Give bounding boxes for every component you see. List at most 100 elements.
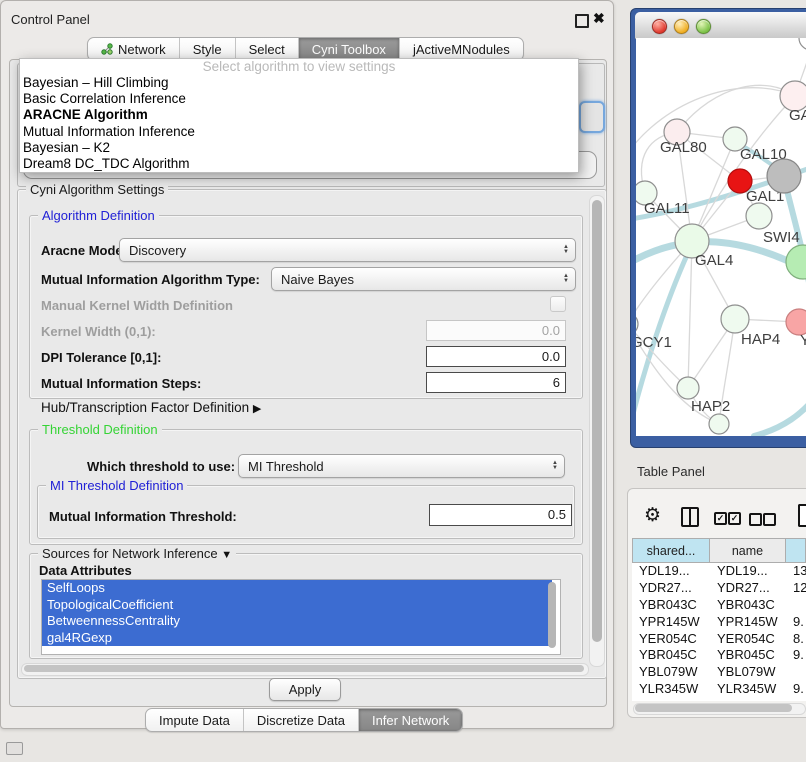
table-cell[interactable]: 8.: [786, 631, 806, 648]
table-cell[interactable]: YDL19...: [632, 563, 710, 580]
attribute-item-gal4rgexp[interactable]: gal4RGexp: [42, 630, 552, 647]
table-cell[interactable]: 9: [786, 698, 806, 701]
column-header-name[interactable]: name: [710, 538, 786, 563]
table-row[interactable]: YPR145WYPR145W9.: [632, 614, 806, 631]
network-node[interactable]: [709, 414, 729, 434]
table-cell[interactable]: YIL052C: [632, 698, 710, 701]
table-row[interactable]: YBL079WYBL079W: [632, 664, 806, 681]
close-icon[interactable]: ✖: [593, 10, 605, 27]
sources-title[interactable]: Sources for Network Inference ▼: [38, 546, 236, 561]
table-rows: YDL19...YDL19...13YDR27...YDR27...12YBR0…: [632, 563, 806, 701]
table-cell[interactable]: YIL052C: [710, 698, 786, 701]
unchecked-box-icon[interactable]: [763, 513, 776, 526]
table-row[interactable]: YER054CYER054C8.: [632, 631, 806, 648]
tab-cyni-toolbox[interactable]: Cyni Toolbox: [299, 38, 400, 60]
attribute-item-betweennesscentrality[interactable]: BetweennessCentrality: [42, 613, 552, 630]
table-row[interactable]: YDL19...YDL19...13: [632, 563, 806, 580]
mi-algorithm-type-select[interactable]: Naive Bayes ▲▼: [271, 267, 576, 291]
table-cell[interactable]: YLR345W: [632, 681, 710, 698]
minimize-traffic-light[interactable]: [674, 19, 689, 34]
tab-jactivemnodules[interactable]: jActiveMNodules: [400, 38, 523, 60]
table-cell[interactable]: YDR27...: [632, 580, 710, 597]
table-cell[interactable]: YBR045C: [632, 647, 710, 664]
column-header-cut[interactable]: [786, 538, 806, 563]
bottom-tab-impute-data[interactable]: Impute Data: [146, 709, 244, 731]
algorithm-option-bayesian-k2[interactable]: Bayesian – K2: [20, 140, 578, 156]
algorithm-option-dream8-dc-tdc-algorithm[interactable]: Dream8 DC_TDC Algorithm: [20, 156, 578, 172]
bottom-tab-discretize-data[interactable]: Discretize Data: [244, 709, 359, 731]
table-cell[interactable]: YPR145W: [710, 614, 786, 631]
attribute-item-topologicalcoefficient[interactable]: TopologicalCoefficient: [42, 597, 552, 614]
table-row[interactable]: YBR045CYBR045C9.: [632, 647, 806, 664]
network-node-hap4[interactable]: [721, 305, 749, 333]
network-edge[interactable]: [688, 241, 692, 388]
table-row[interactable]: YLR345WYLR345W9.: [632, 681, 806, 698]
column-header-shared[interactable]: shared...: [632, 538, 710, 563]
table-horizontal-scrollbar-thumb[interactable]: [635, 704, 792, 712]
table-cell[interactable]: YBR043C: [710, 597, 786, 614]
focused-combobox-fragment[interactable]: [579, 101, 605, 133]
table-cell[interactable]: 9.: [786, 647, 806, 664]
table-panel-title: Table Panel: [637, 464, 705, 479]
algorithm-option-mutual-information-inference[interactable]: Mutual Information Inference: [20, 124, 578, 140]
algorithm-option-bayesian-hill-climbing[interactable]: Bayesian – Hill Climbing: [20, 75, 578, 91]
which-threshold-select[interactable]: MI Threshold ▲▼: [238, 454, 565, 478]
table-cell[interactable]: YDL19...: [710, 563, 786, 580]
table-row[interactable]: YIL052CYIL052C9: [632, 698, 806, 701]
float-window-icon[interactable]: [575, 14, 589, 28]
network-edge[interactable]: [754, 394, 806, 436]
dpi-tolerance-field[interactable]: 0.0: [426, 346, 566, 367]
algorithm-option-aracne-algorithm[interactable]: ARACNE Algorithm: [20, 107, 578, 123]
network-node[interactable]: [767, 159, 801, 193]
table-cell[interactable]: 13: [786, 563, 806, 580]
unchecked-box-icon[interactable]: [749, 513, 762, 526]
page-icon[interactable]: [798, 504, 806, 527]
collapsed-panel-icon[interactable]: [6, 742, 23, 755]
table-cell[interactable]: YBR043C: [632, 597, 710, 614]
network-edge[interactable]: [677, 85, 795, 132]
tab-select[interactable]: Select: [236, 38, 299, 60]
close-traffic-light[interactable]: [652, 19, 667, 34]
network-node-swi4[interactable]: [746, 203, 772, 229]
table-cell[interactable]: YDR27...: [710, 580, 786, 597]
table-cell[interactable]: 9.: [786, 614, 806, 631]
table-cell[interactable]: YBR045C: [710, 647, 786, 664]
table-cell[interactable]: [786, 597, 806, 614]
table-cell[interactable]: 12: [786, 580, 806, 597]
aracne-mode-select[interactable]: Discovery ▲▼: [119, 238, 576, 262]
settings-vertical-scrollbar[interactable]: [589, 195, 605, 667]
network-node[interactable]: [799, 38, 806, 50]
apply-button[interactable]: Apply: [269, 678, 341, 701]
tab-network[interactable]: Network: [88, 38, 180, 60]
table-cell[interactable]: YPR145W: [632, 614, 710, 631]
table-cell[interactable]: YER054C: [710, 631, 786, 648]
mi-steps-field[interactable]: 6: [426, 372, 566, 393]
checked-box-icon[interactable]: ✓: [728, 512, 741, 525]
table-cell[interactable]: YER054C: [632, 631, 710, 648]
settings-horizontal-scrollbar-thumb[interactable]: [24, 665, 584, 672]
table-cell[interactable]: YLR345W: [710, 681, 786, 698]
network-canvas[interactable]: GALGAL80GAL10GAL1GAL11SWI4GAL4GCY1HAP4YH…: [636, 38, 806, 436]
columns-icon[interactable]: [681, 507, 699, 527]
table-cell[interactable]: [786, 664, 806, 681]
checked-box-icon[interactable]: ✓: [714, 512, 727, 525]
network-node[interactable]: [786, 245, 806, 279]
hub-definition-toggle[interactable]: Hub/Transcription Factor Definition ▶: [41, 400, 261, 415]
network-node-hap2[interactable]: [677, 377, 699, 399]
bottom-tab-infer-network[interactable]: Infer Network: [359, 709, 462, 731]
table-cell[interactable]: YBL079W: [710, 664, 786, 681]
mi-threshold-field[interactable]: 0.5: [429, 504, 572, 526]
tab-style[interactable]: Style: [180, 38, 236, 60]
gear-icon[interactable]: ⚙: [644, 504, 661, 526]
table-cell[interactable]: 9.: [786, 681, 806, 698]
zoom-traffic-light[interactable]: [696, 19, 711, 34]
table-cell[interactable]: YBL079W: [632, 664, 710, 681]
list-scrollbar-thumb[interactable]: [548, 582, 556, 648]
settings-vertical-scrollbar-thumb[interactable]: [592, 200, 602, 642]
algorithm-option-basic-correlation-inference[interactable]: Basic Correlation Inference: [20, 91, 578, 107]
network-node-gcy1[interactable]: [636, 313, 638, 335]
table-row[interactable]: YDR27...YDR27...12: [632, 580, 806, 597]
settings-horizontal-scrollbar[interactable]: [21, 663, 589, 676]
table-row[interactable]: YBR043CYBR043C: [632, 597, 806, 614]
attribute-item-selfloops[interactable]: SelfLoops: [42, 580, 552, 597]
